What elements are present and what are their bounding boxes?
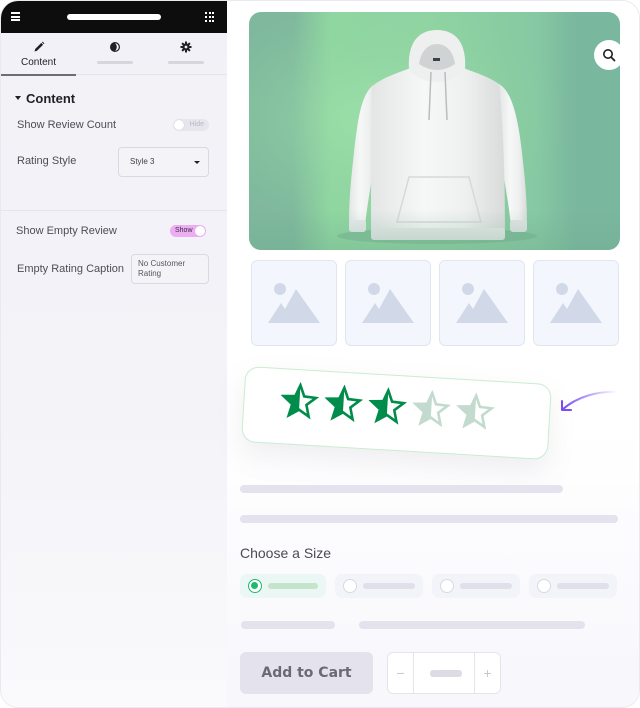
tab-advanced-label-placeholder: [167, 61, 204, 64]
topbar-title-placeholder: [67, 14, 161, 20]
show-review-count-label: Show Review Count: [17, 119, 117, 131]
size-label-placeholder: [460, 583, 512, 589]
radio-unselected: [440, 579, 454, 593]
sidebar-topbar: [1, 1, 227, 33]
star-rating: [279, 381, 495, 432]
rating-style-select[interactable]: Style 3: [118, 147, 209, 177]
curved-arrow-icon: [561, 390, 618, 411]
tab-content-label: Content: [20, 57, 57, 68]
text-placeholder: [359, 621, 585, 629]
image-placeholder-icon: [268, 283, 320, 323]
thumbnail[interactable]: [533, 260, 619, 346]
chevron-down-icon: [194, 161, 200, 164]
rating-style-label: Rating Style: [17, 155, 77, 167]
quantity-decrement-button[interactable]: −: [388, 653, 414, 693]
star-active-icon: [324, 384, 364, 423]
thumbnail-strip: [251, 260, 619, 346]
star-inactive-icon: [412, 389, 452, 428]
section-divider: [1, 210, 227, 211]
star-inactive-icon: [456, 392, 495, 430]
pencil-icon: [34, 41, 44, 52]
star-active-icon: [368, 387, 408, 425]
size-option[interactable]: [529, 574, 617, 598]
add-to-cart-button[interactable]: Add to Cart: [240, 652, 373, 694]
zoom-button[interactable]: [594, 40, 620, 70]
hamburger-icon[interactable]: [11, 12, 20, 21]
size-option[interactable]: [240, 574, 326, 598]
text-placeholder: [240, 485, 563, 493]
editor-sidebar: Content Content Show Review Count Hide R…: [1, 1, 227, 707]
radio-unselected: [343, 579, 357, 593]
radio-selected: [248, 579, 262, 593]
size-label-placeholder: [363, 583, 415, 589]
size-section-title: Choose a Size: [240, 545, 332, 561]
text-placeholder: [241, 621, 335, 629]
empty-rating-caption-label: Empty Rating Caption: [17, 263, 124, 275]
size-option[interactable]: [335, 574, 423, 598]
radio-unselected: [537, 579, 551, 593]
toggle-knob: [195, 226, 205, 236]
hoodie-illustration: [249, 12, 620, 250]
toggle-knob: [174, 120, 184, 130]
quantity-value-placeholder[interactable]: [430, 670, 462, 677]
tab-content[interactable]: Content: [1, 33, 76, 76]
empty-rating-caption-input[interactable]: No Customer Rating: [131, 254, 209, 284]
product-main-image[interactable]: [249, 12, 620, 250]
image-placeholder-icon: [456, 283, 508, 323]
show-review-count-toggle[interactable]: Hide: [173, 119, 209, 131]
rating-card: [241, 365, 552, 461]
star-active-icon: [280, 381, 320, 420]
grid-icon[interactable]: [205, 12, 215, 22]
quantity-stepper: − +: [387, 652, 501, 694]
tab-style[interactable]: [77, 33, 152, 75]
size-option[interactable]: [432, 574, 520, 598]
thumbnail[interactable]: [439, 260, 525, 346]
magnifier-icon: [603, 49, 616, 62]
image-placeholder-icon: [550, 283, 602, 323]
show-empty-review-toggle[interactable]: Show: [170, 225, 206, 237]
size-label-placeholder: [268, 583, 318, 589]
section-toggle-content[interactable]: Content: [15, 91, 75, 106]
half-circle-style-icon: [109, 42, 120, 52]
caret-down-icon: [15, 95, 21, 100]
toggle-text: Hide: [189, 121, 204, 128]
gear-icon: [180, 41, 191, 53]
app-frame: Content Content Show Review Count Hide R…: [0, 0, 640, 708]
size-label-placeholder: [557, 583, 609, 589]
show-empty-review-label: Show Empty Review: [16, 225, 117, 237]
tab-style-label-placeholder: [96, 61, 133, 64]
thumbnail[interactable]: [251, 260, 337, 346]
text-placeholder: [240, 515, 618, 523]
panel-tabs: Content: [1, 33, 227, 76]
thumbnail[interactable]: [345, 260, 431, 346]
image-placeholder-icon: [362, 283, 414, 323]
product-preview: Choose a Size Add to Cart − +: [227, 1, 639, 707]
quantity-increment-button[interactable]: +: [474, 653, 500, 693]
toggle-text: Show: [175, 227, 193, 234]
section-title: Content: [26, 91, 76, 106]
tab-advanced[interactable]: [148, 33, 223, 75]
rating-style-value: Style 3: [130, 157, 155, 166]
